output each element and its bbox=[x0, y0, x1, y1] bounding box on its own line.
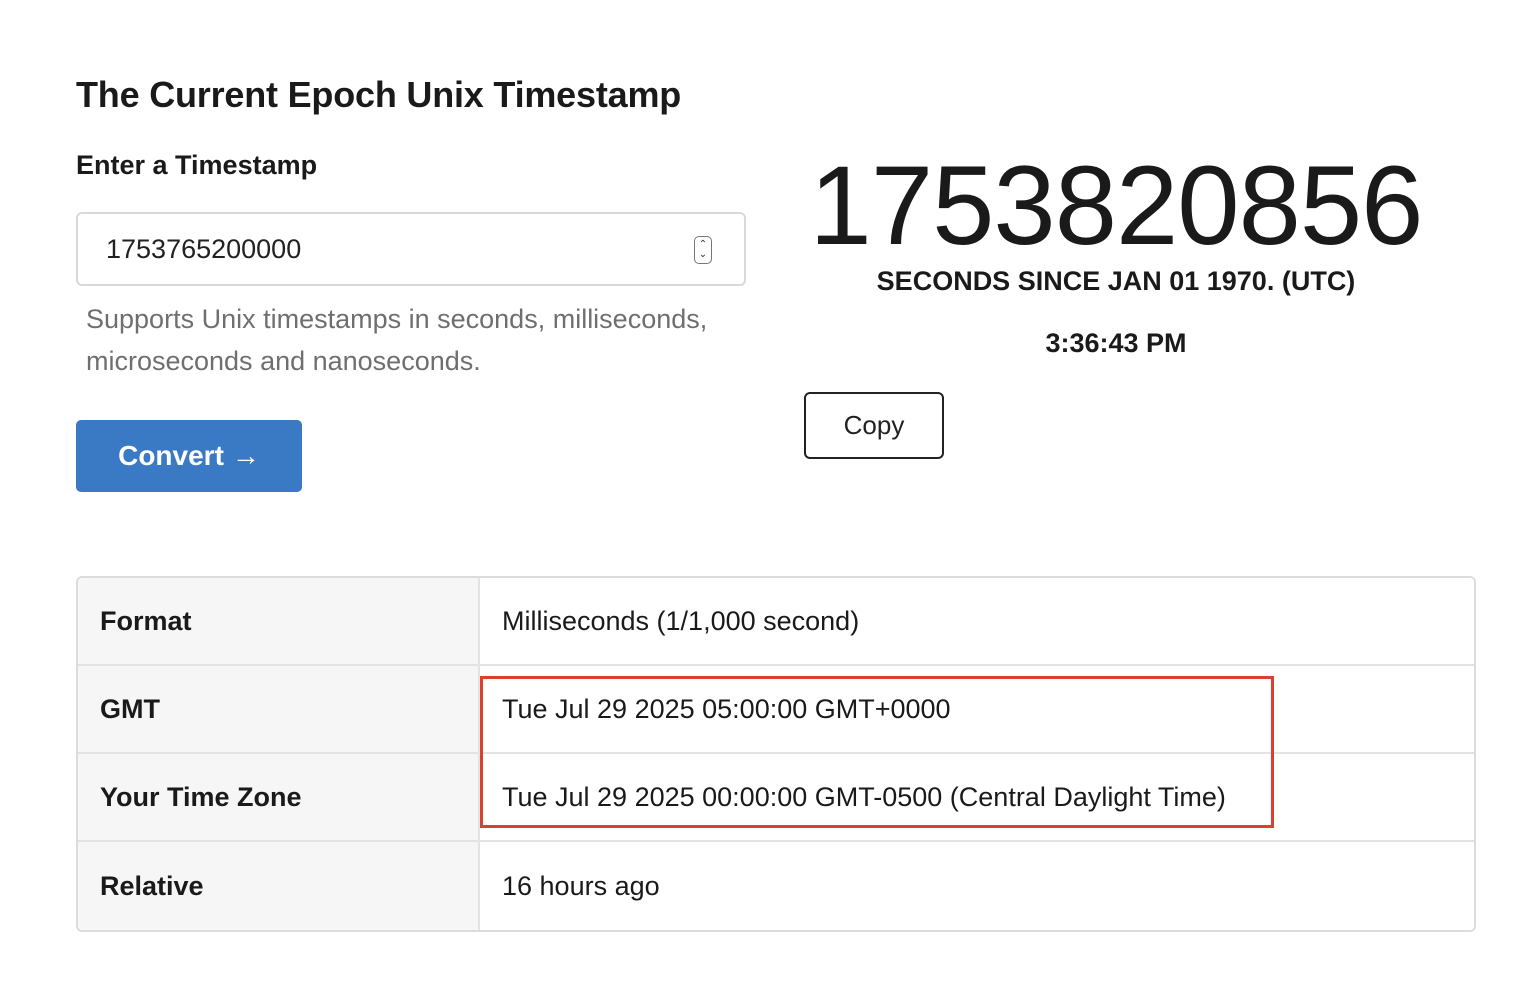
row-value-your-time-zone: Tue Jul 29 2025 00:00:00 GMT-0500 (Centr… bbox=[480, 754, 1474, 842]
timestamp-input-wrapper[interactable]: ⌃ ⌄ bbox=[76, 212, 746, 286]
convert-button-label: Convert bbox=[118, 440, 224, 471]
current-time: 3:36:43 PM bbox=[1045, 328, 1187, 358]
convert-button[interactable]: Convert → bbox=[76, 420, 302, 492]
table-row: Format Milliseconds (1/1,000 second) bbox=[78, 578, 1474, 666]
row-value-relative: 16 hours ago bbox=[480, 842, 1474, 930]
row-key-your-time-zone: Your Time Zone bbox=[78, 754, 480, 842]
conversion-results-table: Format Milliseconds (1/1,000 second) GMT… bbox=[76, 576, 1476, 932]
row-key-gmt: GMT bbox=[78, 666, 480, 754]
row-value-gmt: Tue Jul 29 2025 05:00:00 GMT+0000 bbox=[480, 666, 1474, 754]
number-stepper[interactable]: ⌃ ⌄ bbox=[694, 236, 712, 264]
row-key-relative: Relative bbox=[78, 842, 480, 930]
row-key-format: Format bbox=[78, 578, 480, 666]
table-row: GMT Tue Jul 29 2025 05:00:00 GMT+0000 bbox=[78, 666, 1474, 754]
copy-button[interactable]: Copy bbox=[804, 392, 944, 459]
arrow-right-icon: → bbox=[231, 440, 260, 471]
table-row: Your Time Zone Tue Jul 29 2025 00:00:00 … bbox=[78, 754, 1474, 842]
epoch-caption: SECONDS SINCE JAN 01 1970. (UTC) bbox=[876, 266, 1356, 296]
timestamp-input[interactable] bbox=[106, 214, 666, 284]
row-value-format: Milliseconds (1/1,000 second) bbox=[480, 578, 1474, 666]
table-row: Relative 16 hours ago bbox=[78, 842, 1474, 930]
current-epoch-value: 1753820856 bbox=[809, 143, 1424, 268]
chevron-down-icon[interactable]: ⌄ bbox=[699, 250, 707, 260]
input-helper-text: Supports Unix timestamps in seconds, mil… bbox=[86, 304, 708, 376]
page-title: The Current Epoch Unix Timestamp bbox=[76, 74, 682, 115]
timestamp-input-label: Enter a Timestamp bbox=[76, 150, 318, 180]
